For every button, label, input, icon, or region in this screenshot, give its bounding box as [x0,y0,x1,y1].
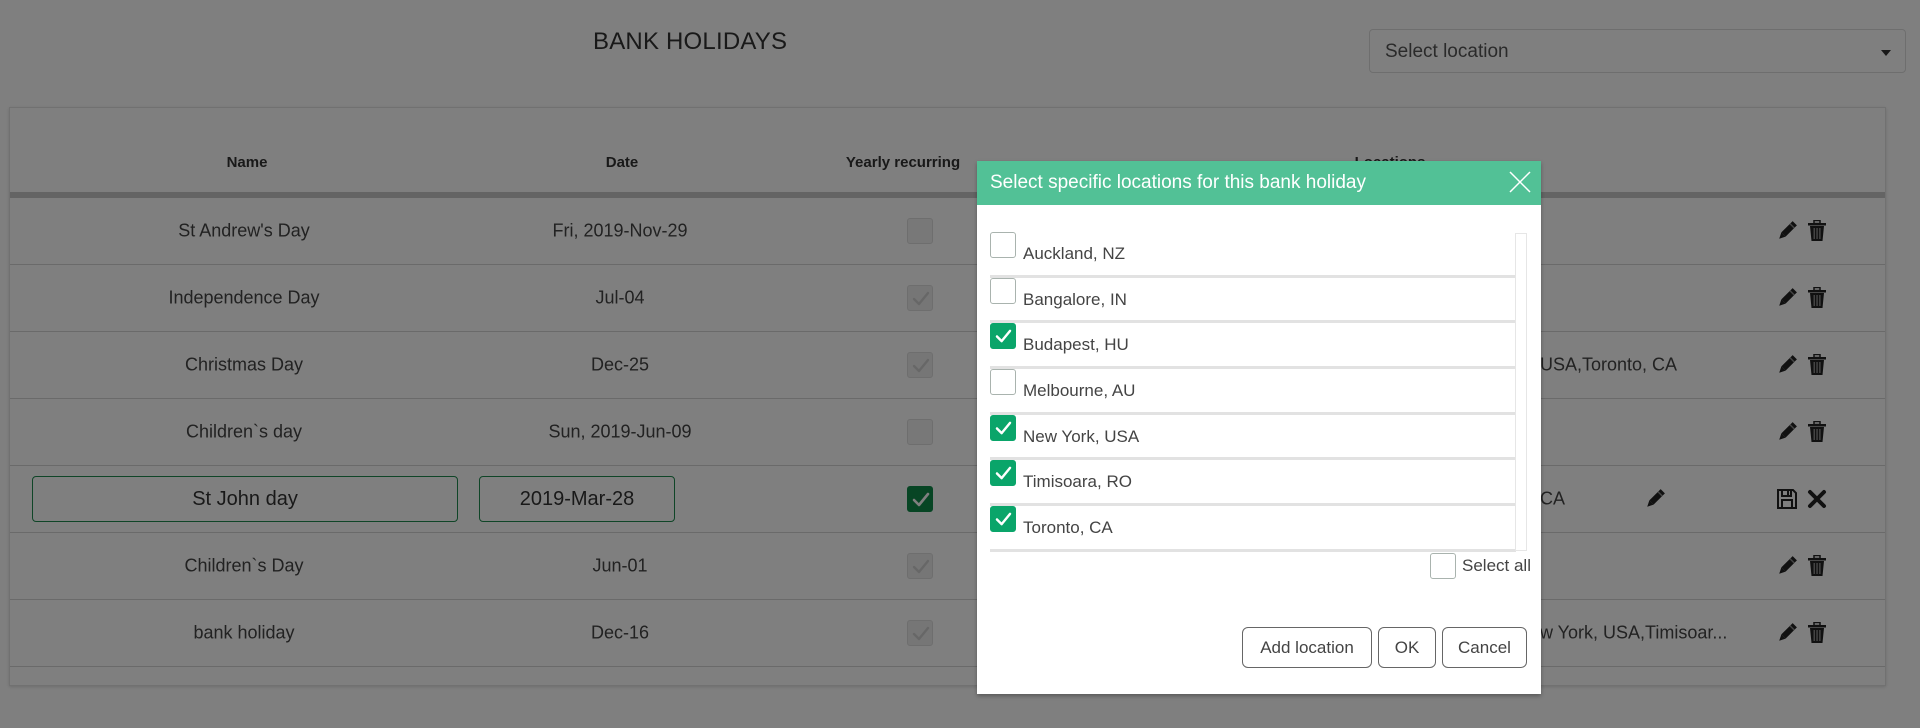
location-label: Timisoara, RO [1023,472,1132,492]
location-item[interactable]: Budapest, HU [990,323,1516,370]
location-label: New York, USA [1023,426,1140,446]
location-list: Auckland, NZ Bangalore, IN Budapest, HU Mel… [990,232,1516,552]
location-label: Melbourne, AU [1023,381,1136,401]
add-location-button[interactable]: Add location [1242,627,1372,668]
location-list-scrollbar[interactable] [1515,233,1527,551]
location-label: Bangalore, IN [1023,289,1127,309]
location-item[interactable]: Bangalore, IN [990,277,1516,324]
location-label: Budapest, HU [1023,335,1129,355]
location-item[interactable]: New York, USA [990,414,1516,461]
location-checkbox[interactable] [990,460,1016,487]
location-label: Auckland, NZ [1023,244,1126,263]
location-checkbox[interactable] [990,323,1016,350]
location-checkbox[interactable] [990,277,1016,304]
location-item[interactable]: Melbourne, AU [990,369,1516,415]
select-all-checkbox[interactable] [1430,553,1456,579]
modal-header: Select specific locations for this bank … [977,161,1541,205]
location-item[interactable]: Timisoara, RO [990,460,1516,507]
ok-button[interactable]: OK [1378,627,1436,668]
locations-modal: Select specific locations for this bank … [977,161,1541,694]
location-label: Toronto, CA [1023,518,1113,538]
location-item[interactable]: Toronto, CA [990,506,1516,552]
cancel-button[interactable]: Cancel [1442,627,1527,668]
select-all-label: Select all [1462,556,1531,575]
location-checkbox[interactable] [990,506,1016,533]
modal-overlay[interactable] [0,0,1920,728]
modal-title: Select specific locations for this bank … [990,172,1366,193]
location-checkbox[interactable] [990,232,1016,258]
location-checkbox[interactable] [990,414,1016,441]
location-checkbox[interactable] [990,369,1016,396]
close-icon[interactable] [1507,169,1533,195]
location-item[interactable]: Auckland, NZ [990,232,1516,278]
